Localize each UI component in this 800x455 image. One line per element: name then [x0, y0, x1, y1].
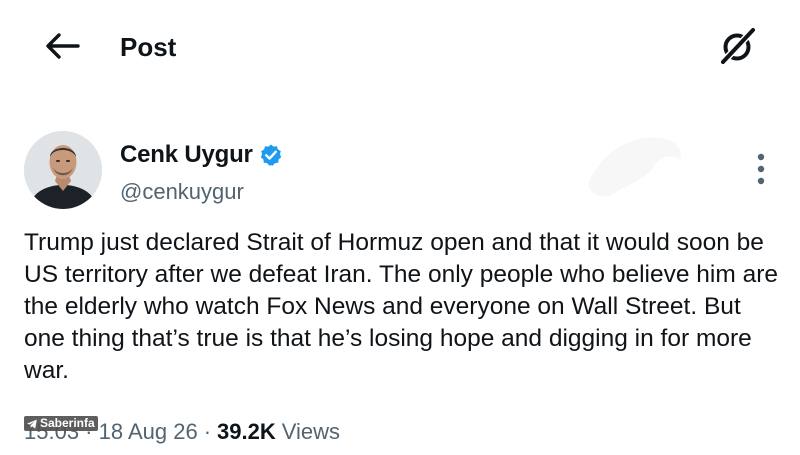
arrow-left-icon: [44, 32, 80, 65]
more-options-button[interactable]: [748, 152, 774, 190]
tweet-meta: 15:03 · 18 Aug 26 · 39.2K Views Saberinf…: [24, 416, 340, 448]
more-vertical-icon: [755, 151, 767, 192]
telegram-icon: [26, 418, 38, 430]
page-title: Post: [120, 32, 177, 62]
back-button[interactable]: [40, 30, 84, 66]
author-name-row[interactable]: Cenk Uygur: [120, 139, 283, 171]
grok-button[interactable]: [714, 26, 762, 70]
grok-icon: [716, 24, 760, 73]
views-count[interactable]: 39.2K: [217, 419, 276, 445]
author-avatar[interactable]: [24, 131, 102, 209]
author-handle[interactable]: @cenkuygur: [120, 178, 244, 206]
meta-separator: ·: [203, 419, 212, 444]
author-name[interactable]: Cenk Uygur: [120, 140, 253, 170]
watermark-stamp: Saberinfa: [24, 416, 98, 431]
faint-background-watermark: [580, 124, 690, 202]
views-label: Views: [281, 419, 341, 444]
watermark-label: Saberinfa: [40, 416, 95, 430]
tweet-text: Trump just declared Strait of Hormuz ope…: [24, 229, 778, 384]
top-app-bar: Post: [0, 0, 800, 108]
verified-badge-icon: [259, 143, 283, 167]
